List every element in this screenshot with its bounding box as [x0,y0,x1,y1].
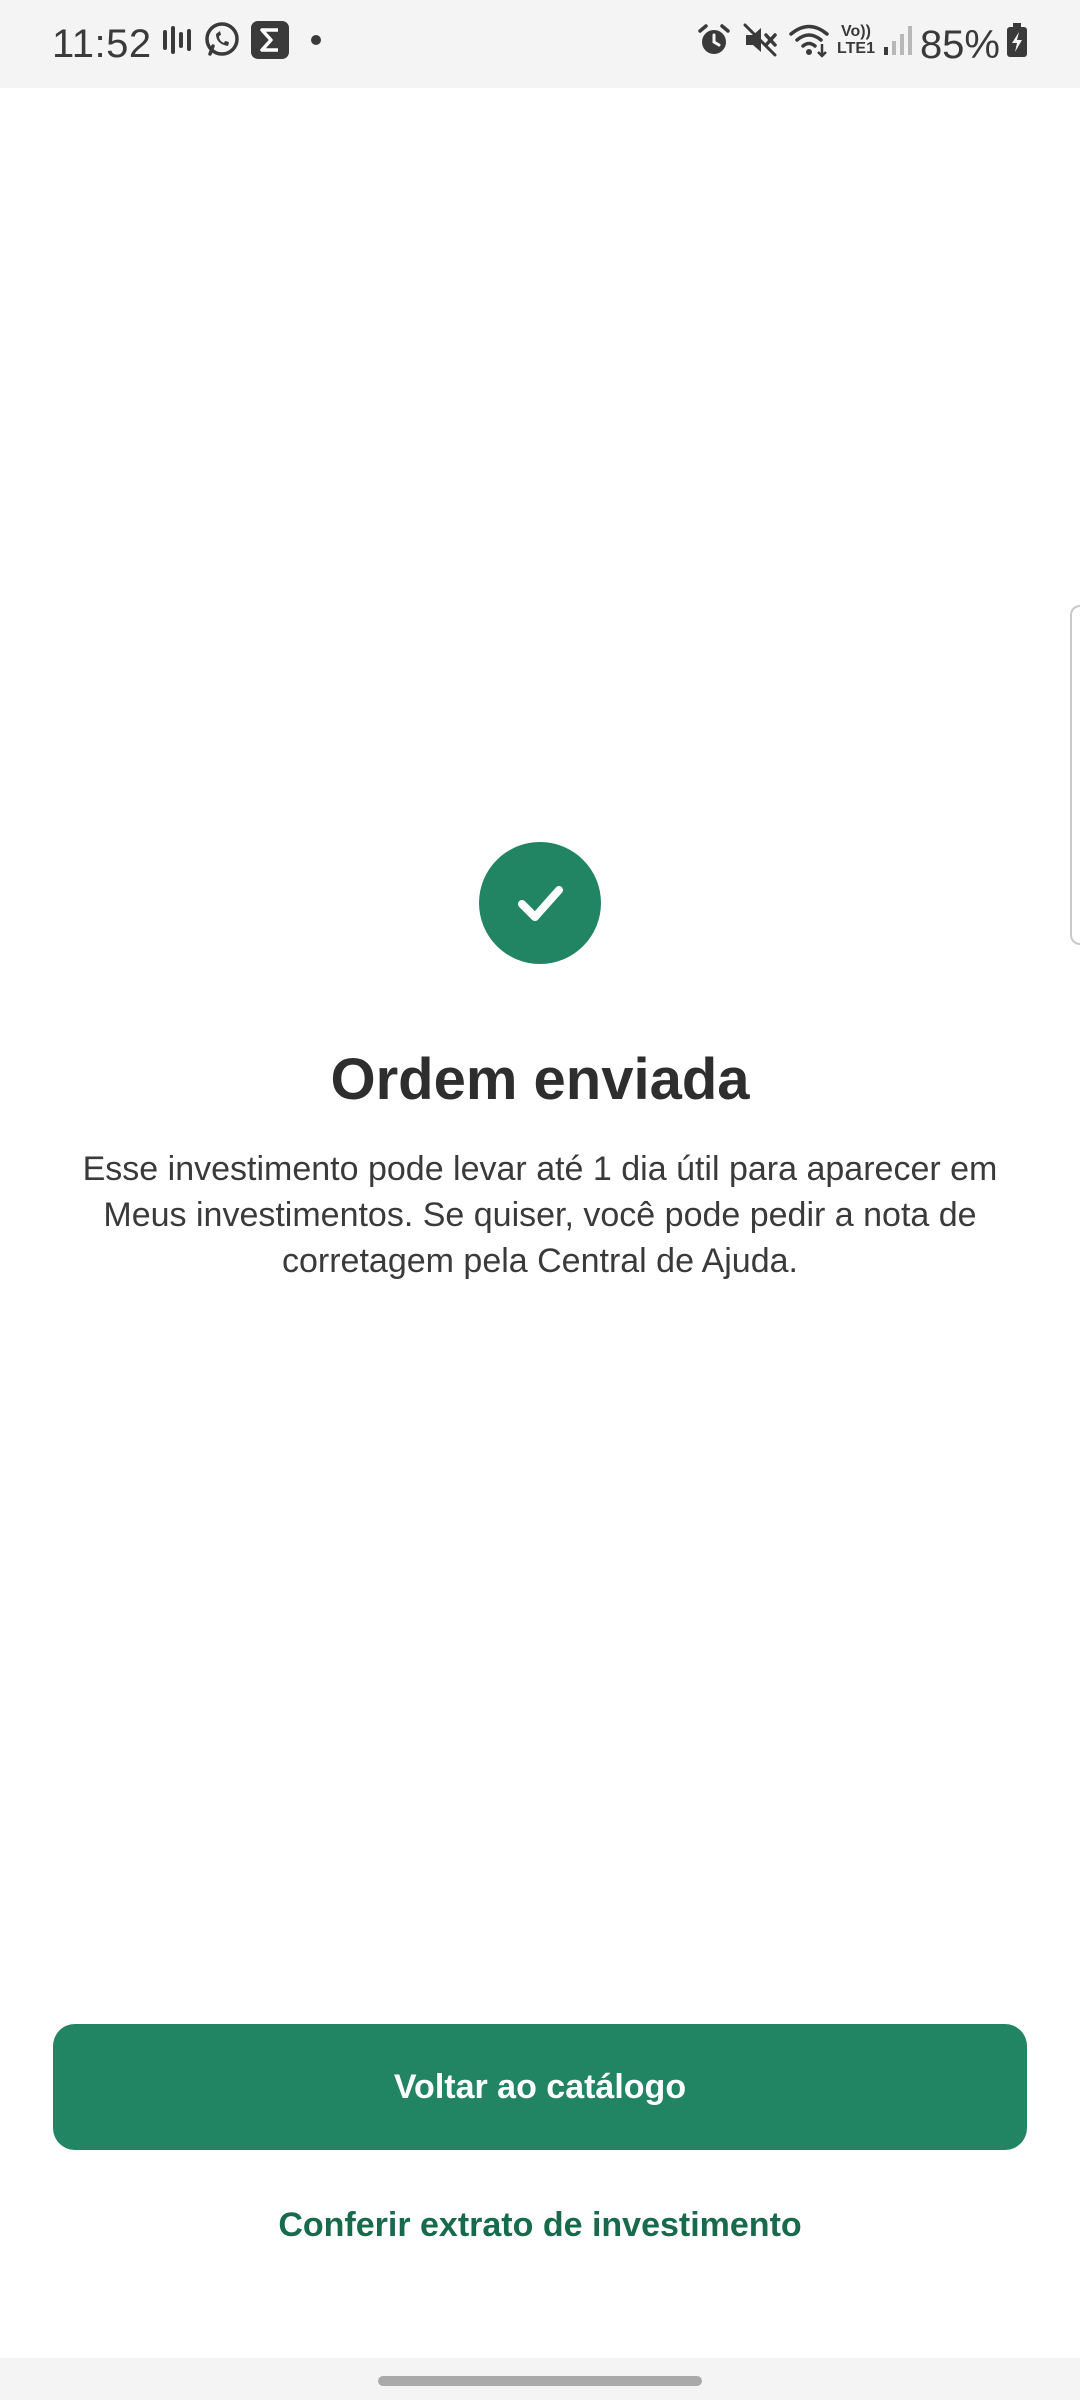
wifi-icon [788,22,830,58]
navigation-bar [0,2358,1080,2400]
page-title: Ordem enviada [330,1047,750,1112]
whatsapp-icon [202,20,242,60]
mute-icon [742,22,778,58]
battery-indicator: 85% [920,22,1028,68]
confirmation-message: Esse investimento pode levar até 1 dia ú… [82,1150,998,1280]
alarm-icon [696,22,732,58]
status-time: 11:52 [52,22,152,66]
check-investment-statement-link[interactable]: Conferir extrato de investimento [0,2206,1080,2245]
checkmark-circle-icon [479,842,601,964]
network-label: Vo)) LTE1 [837,23,875,57]
dot-icon [310,34,322,46]
home-indicator[interactable] [378,2376,702,2386]
status-bar: 11:52 Vo)) LTE1 85% [0,0,1080,88]
battery-percent: 85% [919,22,1000,67]
soundwave-icon [160,23,194,57]
lte-icon: Vo)) LTE1 [834,23,878,57]
back-to-catalog-button[interactable]: Voltar ao catálogo [53,2024,1027,2150]
signal-icon [882,23,914,57]
sigma-app-icon [250,20,290,60]
edge-panel-handle[interactable] [1070,605,1080,945]
battery-charging-icon [1006,22,1028,68]
